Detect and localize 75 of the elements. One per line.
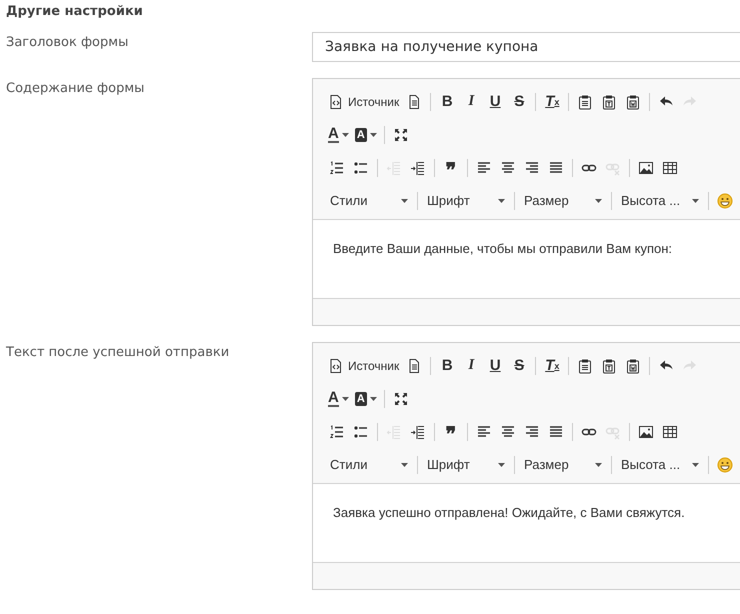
toolbar-dropdown[interactable]: Стили	[325, 452, 413, 476]
clipboard-icon	[625, 358, 642, 374]
indent-icon	[410, 160, 426, 176]
bold-button[interactable]: B	[435, 90, 460, 114]
numbered-list-icon	[329, 424, 345, 440]
caret-icon	[342, 132, 349, 136]
field-label: Содержание формы	[6, 80, 146, 98]
clipboard-icon	[577, 358, 594, 374]
toolbar-dropdown[interactable]: Стили	[325, 188, 413, 212]
bulleted-list-icon	[353, 160, 369, 176]
caret-icon	[401, 462, 408, 466]
justify-icon	[548, 160, 564, 176]
align-left-icon	[476, 160, 492, 176]
field-label: Заголовок формы	[6, 34, 130, 52]
blockquote-button[interactable]: ❞	[439, 156, 463, 180]
strikethrough-button[interactable]: S	[507, 354, 532, 378]
justify-icon	[548, 424, 564, 440]
toolbar-dropdown[interactable]: Высота ...	[616, 188, 704, 212]
code-document-icon	[328, 94, 344, 110]
text-color-button[interactable]: A	[325, 122, 352, 146]
italic-button[interactable]: I	[459, 354, 484, 378]
outdent-icon	[386, 424, 402, 440]
caret-icon	[692, 198, 699, 202]
indent-icon	[410, 424, 426, 440]
toolbar-dropdown[interactable]: Размер	[519, 452, 607, 476]
source-button[interactable]: Источник	[325, 354, 402, 378]
input-field[interactable]: Заявка на получение купона	[312, 32, 740, 62]
blockquote-button[interactable]: ❞	[439, 420, 463, 444]
align-right-icon	[524, 424, 540, 440]
table-icon	[662, 160, 678, 176]
image-icon	[638, 424, 654, 440]
caret-icon	[401, 198, 408, 202]
image-icon	[638, 160, 654, 176]
code-document-icon	[328, 358, 344, 374]
strikethrough-button[interactable]: S	[507, 90, 532, 114]
source-button[interactable]: Источник	[325, 90, 402, 114]
section-title: Другие настройки	[6, 4, 144, 20]
outdent-icon	[386, 160, 402, 176]
editor-text[interactable]: Заявка успешно отправлена! Ожидайте, с Вами свяжутся.	[333, 504, 731, 521]
bulleted-list-icon	[353, 424, 369, 440]
toolbar-dropdown[interactable]: Размер	[519, 188, 607, 212]
table-icon	[662, 424, 678, 440]
toolbar-dropdown[interactable]: Шрифт	[422, 452, 510, 476]
caret-icon	[370, 396, 377, 400]
bold-button[interactable]: B	[435, 354, 460, 378]
italic-button[interactable]: I	[459, 90, 484, 114]
align-center-icon	[500, 160, 516, 176]
underline-button[interactable]: U	[483, 354, 508, 378]
align-center-icon	[500, 424, 516, 440]
caret-icon	[595, 198, 602, 202]
align-right-icon	[524, 160, 540, 176]
editor-text[interactable]: Введите Ваши данные, чтобы мы отправили Вам купон:	[333, 240, 731, 257]
caret-icon	[370, 132, 377, 136]
field-label: Текст после успешной отправки	[6, 344, 230, 362]
background-color-button[interactable]: A	[352, 122, 380, 146]
smiley-icon	[717, 192, 733, 208]
clipboard-icon	[601, 94, 618, 110]
expand-icon	[392, 126, 409, 142]
caret-icon	[342, 396, 349, 400]
caret-icon	[692, 462, 699, 466]
caret-icon	[498, 462, 505, 466]
numbered-list-icon	[329, 160, 345, 176]
align-left-icon	[476, 424, 492, 440]
caret-icon	[498, 198, 505, 202]
clipboard-icon	[577, 94, 594, 110]
clipboard-icon	[601, 358, 618, 374]
clipboard-icon	[625, 94, 642, 110]
underline-button[interactable]: U	[483, 90, 508, 114]
toolbar-dropdown[interactable]: Шрифт	[422, 188, 510, 212]
text-color-button[interactable]: A	[325, 386, 352, 410]
toolbar-dropdown[interactable]: Высота ...	[616, 452, 704, 476]
smiley-icon	[717, 456, 733, 472]
caret-icon	[595, 462, 602, 466]
background-color-button[interactable]: A	[352, 386, 380, 410]
expand-icon	[392, 390, 409, 406]
